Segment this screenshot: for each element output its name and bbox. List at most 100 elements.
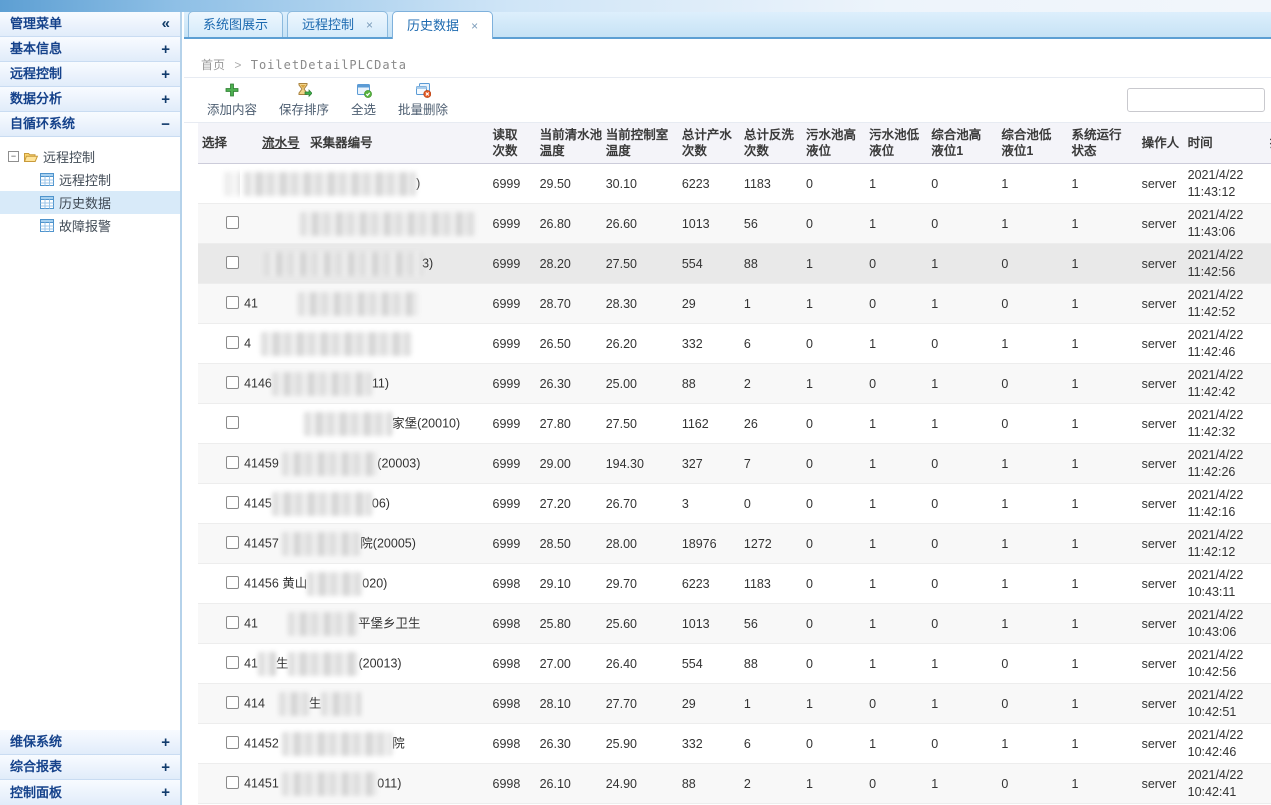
data-cell: 1	[997, 324, 1067, 364]
data-cell: 0	[865, 364, 927, 404]
breadcrumb-home-link[interactable]: 首页	[201, 58, 225, 72]
row-checkbox[interactable]	[226, 376, 239, 389]
row-checkbox[interactable]	[226, 296, 239, 309]
select-cell	[198, 284, 240, 324]
row-checkbox[interactable]	[226, 776, 239, 789]
tree-node-remote-control-folder[interactable]: − 远程控制	[0, 145, 180, 168]
table-row: 41平堡乡卫生699825.8025.6010135601011server20…	[198, 604, 1271, 644]
action-cell	[1266, 204, 1271, 244]
data-cell: server	[1138, 444, 1184, 484]
row-checkbox[interactable]	[226, 256, 239, 269]
row-checkbox[interactable]	[226, 736, 239, 749]
data-cell: 6998	[489, 724, 536, 764]
close-icon[interactable]: ×	[366, 19, 373, 31]
data-cell: 25.80	[536, 604, 602, 644]
time-cell: 2021/4/2210:42:51	[1184, 684, 1266, 724]
data-cell: 27.00	[536, 644, 602, 684]
data-cell: 6999	[489, 444, 536, 484]
folder-open-icon	[23, 149, 39, 165]
serial-device-cell: 414611)	[240, 364, 488, 404]
data-cell: 0	[865, 684, 927, 724]
close-icon[interactable]: ×	[471, 20, 478, 32]
data-cell: 1	[927, 684, 997, 724]
data-cell: 1	[865, 204, 927, 244]
tab-remote-control[interactable]: 远程控制 ×	[287, 11, 388, 37]
redacted-block	[282, 452, 377, 476]
tab-history-data[interactable]: 历史数据 ×	[392, 11, 493, 39]
tree-node-fault-alarm[interactable]: 故障报警	[0, 214, 180, 237]
tree-node-history-data[interactable]: 历史数据	[0, 191, 180, 214]
data-cell: 1	[1067, 604, 1137, 644]
data-cell: 6999	[489, 204, 536, 244]
select-cell	[198, 564, 240, 604]
table-row: 41456 黄山020)699829.1029.706223118301011s…	[198, 564, 1271, 604]
data-cell: 1	[997, 524, 1067, 564]
data-cell: 6999	[489, 244, 536, 284]
tab-label: 系统图展示	[203, 13, 268, 37]
row-checkbox[interactable]	[226, 216, 239, 229]
sidebar-section-remote-control[interactable]: 远程控制 +	[0, 62, 180, 87]
data-cell: 1	[865, 724, 927, 764]
select-cell	[198, 524, 240, 564]
batch-delete-icon	[415, 82, 431, 98]
select-cell	[198, 244, 240, 284]
data-cell: 27.70	[602, 684, 678, 724]
column-header: 综合池低液位1	[997, 123, 1067, 164]
sidebar-section-maintenance-system[interactable]: 维保系统 +	[0, 730, 180, 755]
data-cell: server	[1138, 724, 1184, 764]
action-cell	[1266, 244, 1271, 284]
table-row: 家堡(20010)699927.8027.5011622601101server…	[198, 404, 1271, 444]
row-checkbox[interactable]	[226, 496, 239, 509]
data-cell: 29	[678, 684, 740, 724]
save-sort-button[interactable]: 保存排序	[268, 80, 340, 120]
data-cell: 327	[678, 444, 740, 484]
column-header[interactable]: 流水号	[240, 123, 302, 164]
data-cell: 1	[865, 564, 927, 604]
collapse-sidebar-icon[interactable]: «	[162, 12, 170, 36]
section-label: 维保系统	[10, 730, 62, 754]
table-row: 3)699928.2027.505548810101server2021/4/2…	[198, 244, 1271, 284]
data-cell: 6999	[489, 164, 536, 204]
select-all-button[interactable]: 全选	[340, 80, 387, 120]
sidebar-section-data-analysis[interactable]: 数据分析 +	[0, 87, 180, 112]
data-cell: 26	[740, 404, 802, 444]
sidebar-section-basic-info[interactable]: 基本信息 +	[0, 37, 180, 62]
tree-node-label: 故障报警	[59, 216, 111, 235]
sidebar-section-control-panel[interactable]: 控制面板 +	[0, 780, 180, 805]
row-checkbox[interactable]	[226, 576, 239, 589]
row-checkbox[interactable]	[226, 656, 239, 669]
action-cell	[1266, 364, 1271, 404]
data-cell: 0	[802, 604, 865, 644]
sidebar-section-self-loop-system[interactable]: 自循环系统 −	[0, 112, 180, 137]
row-checkbox[interactable]	[226, 696, 239, 709]
select-cell	[198, 684, 240, 724]
row-checkbox[interactable]	[226, 416, 239, 429]
expand-icon: +	[161, 67, 170, 82]
add-content-button[interactable]: 添加内容	[196, 80, 268, 120]
time-cell: 2021/4/2211:42:16	[1184, 484, 1266, 524]
data-cell: 1	[1067, 324, 1137, 364]
time-cell: 2021/4/2211:42:46	[1184, 324, 1266, 364]
search-input[interactable]	[1127, 88, 1265, 112]
row-checkbox[interactable]	[226, 336, 239, 349]
data-cell: 0	[927, 444, 997, 484]
data-cell: 26.40	[602, 644, 678, 684]
row-checkbox[interactable]	[226, 616, 239, 629]
row-checkbox[interactable]	[226, 536, 239, 549]
table-row: 41451 011)699826.1024.9088210101server20…	[198, 764, 1271, 804]
visible-text-fragment: 41451	[244, 776, 282, 790]
redacted-block	[307, 572, 362, 596]
batch-delete-button[interactable]: 批量删除	[387, 80, 459, 120]
data-cell: 0	[997, 644, 1067, 684]
sidebar-header-menu[interactable]: 管理菜单 «	[0, 12, 180, 37]
tree-node-remote-control[interactable]: 远程控制	[0, 168, 180, 191]
sidebar-section-comprehensive-report[interactable]: 综合报表 +	[0, 755, 180, 780]
row-checkbox[interactable]	[226, 456, 239, 469]
data-cell: 1	[927, 404, 997, 444]
data-cell: 1013	[678, 604, 740, 644]
tab-system-diagram[interactable]: 系统图展示	[188, 11, 283, 37]
time-cell: 2021/4/2211:43:06	[1184, 204, 1266, 244]
data-cell: 6999	[489, 284, 536, 324]
tree-expander-icon[interactable]: −	[8, 151, 19, 162]
data-cell: 0	[927, 604, 997, 644]
